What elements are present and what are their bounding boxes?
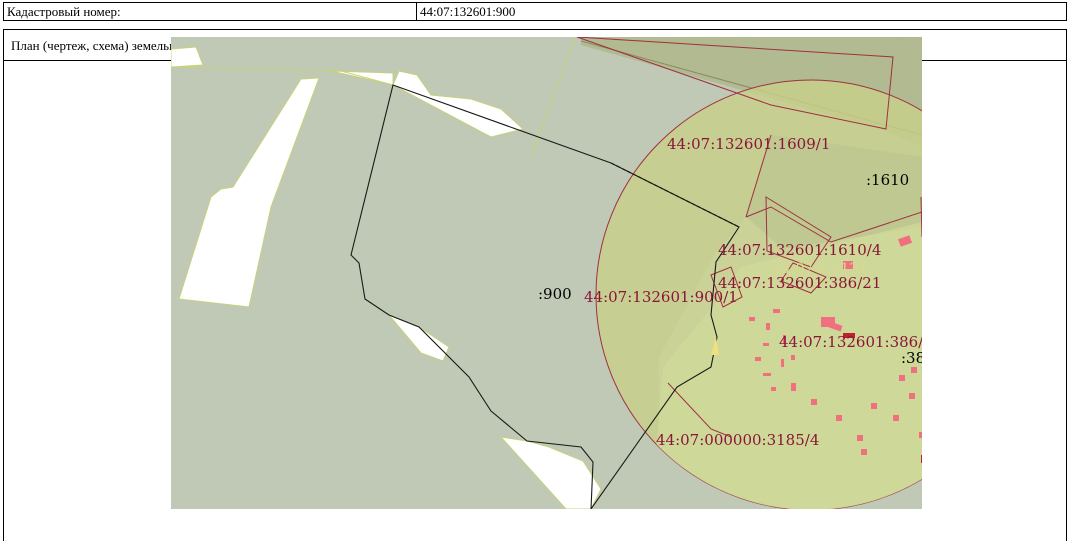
cadastral-number-label: Кадастровый номер: xyxy=(4,3,417,20)
label-parcel-38: :38 xyxy=(901,349,922,367)
label-parcel-900: :900 xyxy=(538,285,572,303)
label-parcel-1610-4: 44:07:132601:1610/4 xyxy=(718,241,881,259)
label-parcel-1610: :1610 xyxy=(866,171,909,189)
cadastral-map: 44:07:132601:1609/1 :1610 44:07:132601:1… xyxy=(171,37,922,509)
cadastral-number-row: Кадастровый номер: 44:07:132601:900 xyxy=(3,2,1067,21)
label-parcel-3185-4: 44:07:000000:3185/4 xyxy=(656,431,819,449)
label-parcel-386-21: 44:07:132601:386/21 xyxy=(718,274,881,292)
building-dark xyxy=(921,455,922,463)
label-parcel-1609-1: 44:07:132601:1609/1 xyxy=(667,135,830,153)
label-parcel-900-1: 44:07:132601:900/1 xyxy=(584,288,738,306)
cadastral-number-value: 44:07:132601:900 xyxy=(420,4,516,19)
